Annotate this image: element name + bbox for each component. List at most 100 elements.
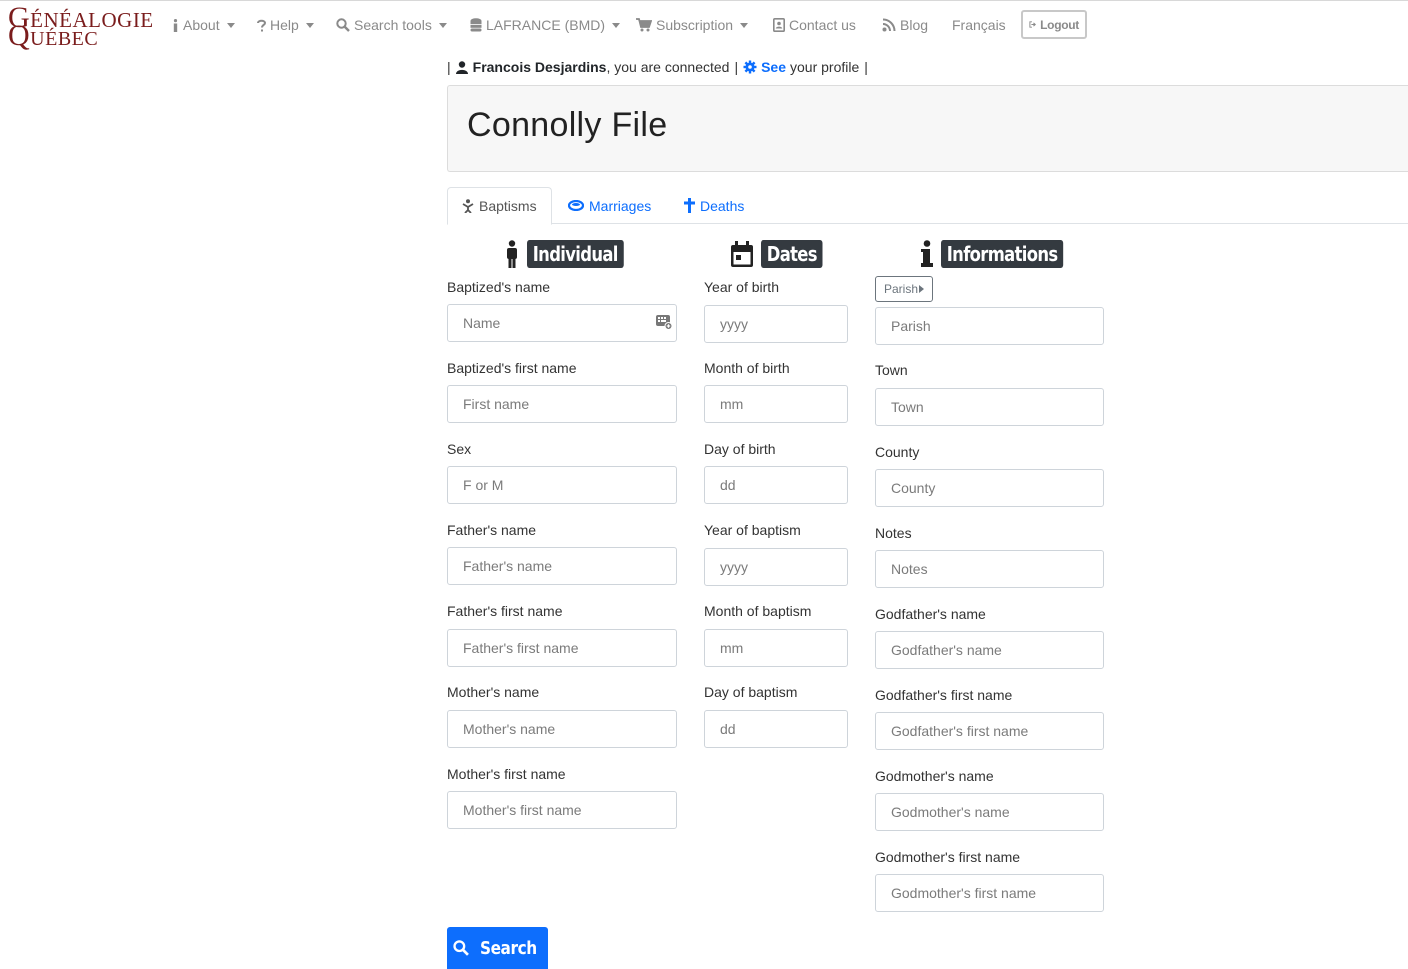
label-baptized-name: Baptized's name xyxy=(447,279,551,295)
nav-help-label: Help xyxy=(270,17,299,33)
section-header-dates: Dates xyxy=(731,239,836,269)
label-father-first-name: Father's first name xyxy=(447,603,563,619)
father-first-name-input[interactable] xyxy=(447,629,677,667)
special-characters-icon[interactable] xyxy=(656,314,672,330)
nav-language-toggle[interactable]: Français xyxy=(952,15,1006,35)
day-of-baptism-input[interactable] xyxy=(704,710,848,748)
label-baptized-first-name: Baptized's first name xyxy=(447,360,577,376)
parish-input[interactable] xyxy=(875,307,1104,345)
section-badge-dates: Dates xyxy=(761,240,823,268)
ring-icon xyxy=(568,200,584,211)
label-sex: Sex xyxy=(447,441,472,457)
nav-search-tools[interactable]: Search tools xyxy=(336,15,447,35)
year-of-birth-input[interactable] xyxy=(704,305,848,343)
search-button[interactable]: Search xyxy=(447,927,548,969)
label-day-of-birth: Day of birth xyxy=(704,441,776,457)
search-icon xyxy=(453,940,469,956)
label-year-of-birth: Year of birth xyxy=(704,279,779,295)
page-header-panel: Connolly File xyxy=(447,85,1408,172)
label-month-of-birth: Month of birth xyxy=(704,360,790,376)
tab-baptisms-label: Baptisms xyxy=(479,198,537,214)
county-input[interactable] xyxy=(875,469,1104,507)
search-icon xyxy=(336,18,350,32)
info-icon xyxy=(173,18,178,32)
genealogie-quebec-logo[interactable]: GÉNÉALOGIE QUÉBEC xyxy=(8,3,156,51)
label-town: Town xyxy=(875,362,908,378)
logout-button[interactable]: Logout xyxy=(1021,10,1087,39)
profile-text: your profile xyxy=(790,59,860,75)
nav-about[interactable]: About xyxy=(172,15,235,35)
godfather-first-name-input[interactable] xyxy=(875,712,1104,750)
month-of-baptism-input[interactable] xyxy=(704,629,848,667)
town-input[interactable] xyxy=(875,388,1104,426)
mother-name-input[interactable] xyxy=(447,710,677,748)
tab-marriages[interactable]: Marriages xyxy=(568,187,651,224)
database-icon xyxy=(470,18,482,32)
godfather-name-input[interactable] xyxy=(875,631,1104,669)
month-of-birth-input[interactable] xyxy=(704,385,848,423)
question-icon xyxy=(257,19,266,31)
nav-subscription[interactable]: Subscription xyxy=(636,15,749,35)
tab-baptisms[interactable]: Baptisms xyxy=(447,187,552,225)
label-godmother-name: Godmother's name xyxy=(875,768,994,784)
caret-right-icon xyxy=(919,285,924,293)
mother-first-name-input[interactable] xyxy=(447,791,677,829)
nav-blog[interactable]: Blog xyxy=(882,15,928,35)
tab-deaths-label: Deaths xyxy=(700,197,745,214)
tab-marriages-label: Marriages xyxy=(589,197,652,214)
label-godfather-first-name: Godfather's first name xyxy=(875,687,1013,703)
top-navbar: GÉNÉALOGIE QUÉBEC About Help Search tool… xyxy=(0,1,1408,51)
notes-input[interactable] xyxy=(875,550,1104,588)
godmother-name-input[interactable] xyxy=(875,793,1104,831)
separator: | xyxy=(864,59,868,75)
caret-down-icon xyxy=(226,22,235,28)
label-month-of-baptism: Month of baptism xyxy=(704,603,812,619)
parish-toggle-button[interactable]: Parish xyxy=(875,276,933,302)
baptized-name-input[interactable] xyxy=(447,304,677,342)
nav-contact[interactable]: Contact us xyxy=(773,15,856,35)
nav-language-label: Français xyxy=(952,17,1006,33)
rss-icon xyxy=(882,18,896,32)
info-icon xyxy=(921,240,933,267)
separator: | xyxy=(734,59,739,75)
caret-down-icon xyxy=(612,22,621,28)
page-title: Connolly File xyxy=(467,106,668,144)
connected-text: , you are connected xyxy=(606,59,730,75)
gear-icon xyxy=(743,60,757,74)
baptized-first-name-input[interactable] xyxy=(447,385,677,423)
caret-down-icon xyxy=(438,22,447,28)
tab-deaths[interactable]: Deaths xyxy=(684,187,744,224)
nav-blog-label: Blog xyxy=(900,17,929,33)
nav-lafrance[interactable]: LAFRANCE (BMD) xyxy=(470,15,621,35)
record-type-tabs: Baptisms Marriages Deaths xyxy=(447,187,1408,225)
calendar-icon xyxy=(731,241,753,267)
nav-contact-label: Contact us xyxy=(789,17,856,33)
godmother-first-name-input[interactable] xyxy=(875,874,1104,912)
label-day-of-baptism: Day of baptism xyxy=(704,684,798,700)
label-year-of-baptism: Year of baptism xyxy=(704,522,801,538)
label-father-name: Father's name xyxy=(447,522,537,538)
label-mother-name: Mother's name xyxy=(447,684,540,700)
caret-down-icon xyxy=(305,22,314,28)
father-name-input[interactable] xyxy=(447,547,677,585)
label-mother-first-name: Mother's first name xyxy=(447,766,566,782)
day-of-birth-input[interactable] xyxy=(704,466,848,504)
nav-about-label: About xyxy=(183,17,220,33)
shopping-cart-icon xyxy=(636,18,652,32)
person-icon xyxy=(507,240,517,268)
label-godfather-name: Godfather's name xyxy=(875,606,986,622)
nav-help[interactable]: Help xyxy=(257,15,314,35)
year-of-baptism-input[interactable] xyxy=(704,548,848,586)
user-name: Francois Desjardins xyxy=(472,59,607,75)
section-header-individual: Individual xyxy=(505,239,645,269)
logout-label: Logout xyxy=(1040,17,1079,32)
nav-subscription-label: Subscription xyxy=(656,17,734,33)
section-badge-informations: Informations xyxy=(941,240,1064,268)
connected-user-bar: | Francois Desjardins, you are connected… xyxy=(447,58,868,76)
see-profile-link[interactable]: See your profile xyxy=(743,59,859,75)
separator: | xyxy=(447,59,451,75)
search-button-label: Search xyxy=(480,937,537,959)
sex-input[interactable] xyxy=(447,466,677,504)
logo-line-bottom: QUÉBEC xyxy=(8,19,99,52)
label-godmother-first-name: Godmother's first name xyxy=(875,849,1021,865)
